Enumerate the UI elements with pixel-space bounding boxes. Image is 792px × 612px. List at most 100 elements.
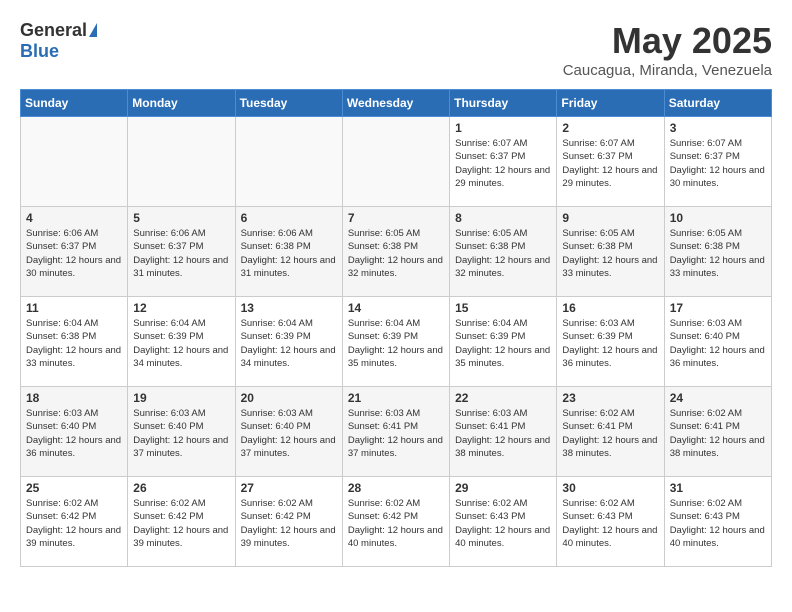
day-number: 1 — [455, 121, 551, 135]
day-number: 9 — [562, 211, 658, 225]
calendar-cell: 8 Sunrise: 6:05 AM Sunset: 6:38 PM Daylig… — [450, 207, 557, 297]
calendar-cell: 3 Sunrise: 6:07 AM Sunset: 6:37 PM Daylig… — [664, 117, 771, 207]
calendar-cell: 18 Sunrise: 6:03 AM Sunset: 6:40 PM Dayli… — [21, 387, 128, 477]
calendar-cell: 14Sunrise: 6:04 AM Sunset: 6:39 PM Dayli… — [342, 297, 449, 387]
day-info: Sunrise: 6:03 AM Sunset: 6:40 PM Dayligh… — [26, 407, 122, 460]
weekday-header-sunday: Sunday — [21, 90, 128, 117]
day-info: Sunrise: 6:03 AM Sunset: 6:40 PM Dayligh… — [670, 317, 766, 370]
calendar-cell: 26Sunrise: 6:02 AM Sunset: 6:42 PM Dayli… — [128, 477, 235, 567]
weekday-header-friday: Friday — [557, 90, 664, 117]
calendar-cell: 9 Sunrise: 6:05 AM Sunset: 6:38 PM Daylig… — [557, 207, 664, 297]
day-info: Sunrise: 6:04 AM Sunset: 6:38 PM Dayligh… — [26, 317, 122, 370]
day-info: Sunrise: 6:03 AM Sunset: 6:40 PM Dayligh… — [241, 407, 337, 460]
day-info: Sunrise: 6:07 AM Sunset: 6:37 PM Dayligh… — [455, 137, 551, 190]
day-number: 15 — [455, 301, 551, 315]
calendar-cell: 6 Sunrise: 6:06 AM Sunset: 6:38 PM Daylig… — [235, 207, 342, 297]
day-info: Sunrise: 6:06 AM Sunset: 6:38 PM Dayligh… — [241, 227, 337, 280]
weekday-header-thursday: Thursday — [450, 90, 557, 117]
day-number: 27 — [241, 481, 337, 495]
day-number: 5 — [133, 211, 229, 225]
day-info: Sunrise: 6:03 AM Sunset: 6:40 PM Dayligh… — [133, 407, 229, 460]
calendar-cell: 23 Sunrise: 6:02 AM Sunset: 6:41 PM Dayli… — [557, 387, 664, 477]
day-number: 31 — [670, 481, 766, 495]
calendar-cell: 10 Sunrise: 6:05 AM Sunset: 6:38 PM Dayli… — [664, 207, 771, 297]
day-number: 13 — [241, 301, 337, 315]
day-info: Sunrise: 6:06 AM Sunset: 6:37 PM Dayligh… — [133, 227, 229, 280]
location: Caucagua, Miranda, Venezuela — [563, 62, 772, 79]
weekday-header-row: SundayMondayTuesdayWednesdayThursdayFrid… — [21, 90, 772, 117]
day-info: Sunrise: 6:04 AM Sunset: 6:39 PM Dayligh… — [455, 317, 551, 370]
day-number: 10 — [670, 211, 766, 225]
calendar-week-3: 11 Sunrise: 6:04 AM Sunset: 6:38 PM Dayli… — [21, 297, 772, 387]
calendar-cell: 22Sunrise: 6:03 AM Sunset: 6:41 PM Dayli… — [450, 387, 557, 477]
day-info: Sunrise: 6:02 AM Sunset: 6:42 PM Dayligh… — [348, 497, 444, 550]
day-info: Sunrise: 6:03 AM Sunset: 6:41 PM Dayligh… — [348, 407, 444, 460]
calendar-cell: 15 Sunrise: 6:04 AM Sunset: 6:39 PM Dayli… — [450, 297, 557, 387]
day-number: 14 — [348, 301, 444, 315]
day-info: Sunrise: 6:02 AM Sunset: 6:43 PM Dayligh… — [562, 497, 658, 550]
calendar-cell: 20Sunrise: 6:03 AM Sunset: 6:40 PM Dayli… — [235, 387, 342, 477]
day-number: 21 — [348, 391, 444, 405]
day-info: Sunrise: 6:06 AM Sunset: 6:37 PM Dayligh… — [26, 227, 122, 280]
day-info: Sunrise: 6:05 AM Sunset: 6:38 PM Dayligh… — [562, 227, 658, 280]
calendar-cell: 5 Sunrise: 6:06 AM Sunset: 6:37 PM Daylig… — [128, 207, 235, 297]
day-info: Sunrise: 6:02 AM Sunset: 6:42 PM Dayligh… — [241, 497, 337, 550]
calendar-cell: 1 Sunrise: 6:07 AM Sunset: 6:37 PM Daylig… — [450, 117, 557, 207]
day-number: 3 — [670, 121, 766, 135]
weekday-header-wednesday: Wednesday — [342, 90, 449, 117]
calendar-cell: 29 Sunrise: 6:02 AM Sunset: 6:43 PM Dayli… — [450, 477, 557, 567]
day-number: 28 — [348, 481, 444, 495]
day-info: Sunrise: 6:02 AM Sunset: 6:41 PM Dayligh… — [562, 407, 658, 460]
calendar-cell: 17Sunrise: 6:03 AM Sunset: 6:40 PM Dayli… — [664, 297, 771, 387]
calendar-cell: 28 Sunrise: 6:02 AM Sunset: 6:42 PM Dayli… — [342, 477, 449, 567]
calendar-cell: 13 Sunrise: 6:04 AM Sunset: 6:39 PM Dayli… — [235, 297, 342, 387]
day-info: Sunrise: 6:04 AM Sunset: 6:39 PM Dayligh… — [241, 317, 337, 370]
calendar-week-5: 25 Sunrise: 6:02 AM Sunset: 6:42 PM Dayli… — [21, 477, 772, 567]
calendar-cell: 21 Sunrise: 6:03 AM Sunset: 6:41 PM Dayli… — [342, 387, 449, 477]
day-info: Sunrise: 6:03 AM Sunset: 6:39 PM Dayligh… — [562, 317, 658, 370]
calendar-week-4: 18 Sunrise: 6:03 AM Sunset: 6:40 PM Dayli… — [21, 387, 772, 477]
day-info: Sunrise: 6:07 AM Sunset: 6:37 PM Dayligh… — [670, 137, 766, 190]
day-number: 23 — [562, 391, 658, 405]
day-number: 22 — [455, 391, 551, 405]
day-info: Sunrise: 6:02 AM Sunset: 6:42 PM Dayligh… — [26, 497, 122, 550]
day-info: Sunrise: 6:02 AM Sunset: 6:43 PM Dayligh… — [455, 497, 551, 550]
calendar-cell: 16Sunrise: 6:03 AM Sunset: 6:39 PM Dayli… — [557, 297, 664, 387]
day-info: Sunrise: 6:02 AM Sunset: 6:43 PM Dayligh… — [670, 497, 766, 550]
calendar-cell: 2Sunrise: 6:07 AM Sunset: 6:37 PM Daylig… — [557, 117, 664, 207]
calendar-cell: 30 Sunrise: 6:02 AM Sunset: 6:43 PM Dayli… — [557, 477, 664, 567]
day-number: 19 — [133, 391, 229, 405]
day-number: 7 — [348, 211, 444, 225]
calendar-cell: 7 Sunrise: 6:05 AM Sunset: 6:38 PM Daylig… — [342, 207, 449, 297]
day-number: 29 — [455, 481, 551, 495]
day-number: 6 — [241, 211, 337, 225]
calendar-cell: 19 Sunrise: 6:03 AM Sunset: 6:40 PM Dayli… — [128, 387, 235, 477]
calendar-cell — [128, 117, 235, 207]
month-title: May 2025 — [563, 20, 772, 62]
calendar-cell: 25 Sunrise: 6:02 AM Sunset: 6:42 PM Dayli… — [21, 477, 128, 567]
logo-blue: Blue — [20, 41, 59, 62]
day-info: Sunrise: 6:07 AM Sunset: 6:37 PM Dayligh… — [562, 137, 658, 190]
calendar-cell: 11 Sunrise: 6:04 AM Sunset: 6:38 PM Dayli… — [21, 297, 128, 387]
page-header: General Blue May 2025 Caucagua, Miranda,… — [20, 20, 772, 79]
logo-general: General — [20, 20, 87, 41]
calendar-week-2: 4 Sunrise: 6:06 AM Sunset: 6:37 PM Daylig… — [21, 207, 772, 297]
day-number: 30 — [562, 481, 658, 495]
day-number: 4 — [26, 211, 122, 225]
day-number: 25 — [26, 481, 122, 495]
day-info: Sunrise: 6:05 AM Sunset: 6:38 PM Dayligh… — [348, 227, 444, 280]
calendar-cell: 4 Sunrise: 6:06 AM Sunset: 6:37 PM Daylig… — [21, 207, 128, 297]
calendar-cell — [342, 117, 449, 207]
logo: General Blue — [20, 20, 97, 62]
calendar-cell — [21, 117, 128, 207]
day-info: Sunrise: 6:05 AM Sunset: 6:38 PM Dayligh… — [670, 227, 766, 280]
day-info: Sunrise: 6:05 AM Sunset: 6:38 PM Dayligh… — [455, 227, 551, 280]
day-info: Sunrise: 6:04 AM Sunset: 6:39 PM Dayligh… — [133, 317, 229, 370]
day-info: Sunrise: 6:02 AM Sunset: 6:41 PM Dayligh… — [670, 407, 766, 460]
day-number: 12 — [133, 301, 229, 315]
day-number: 8 — [455, 211, 551, 225]
calendar-week-1: 1 Sunrise: 6:07 AM Sunset: 6:37 PM Daylig… — [21, 117, 772, 207]
weekday-header-saturday: Saturday — [664, 90, 771, 117]
day-number: 11 — [26, 301, 122, 315]
day-number: 18 — [26, 391, 122, 405]
